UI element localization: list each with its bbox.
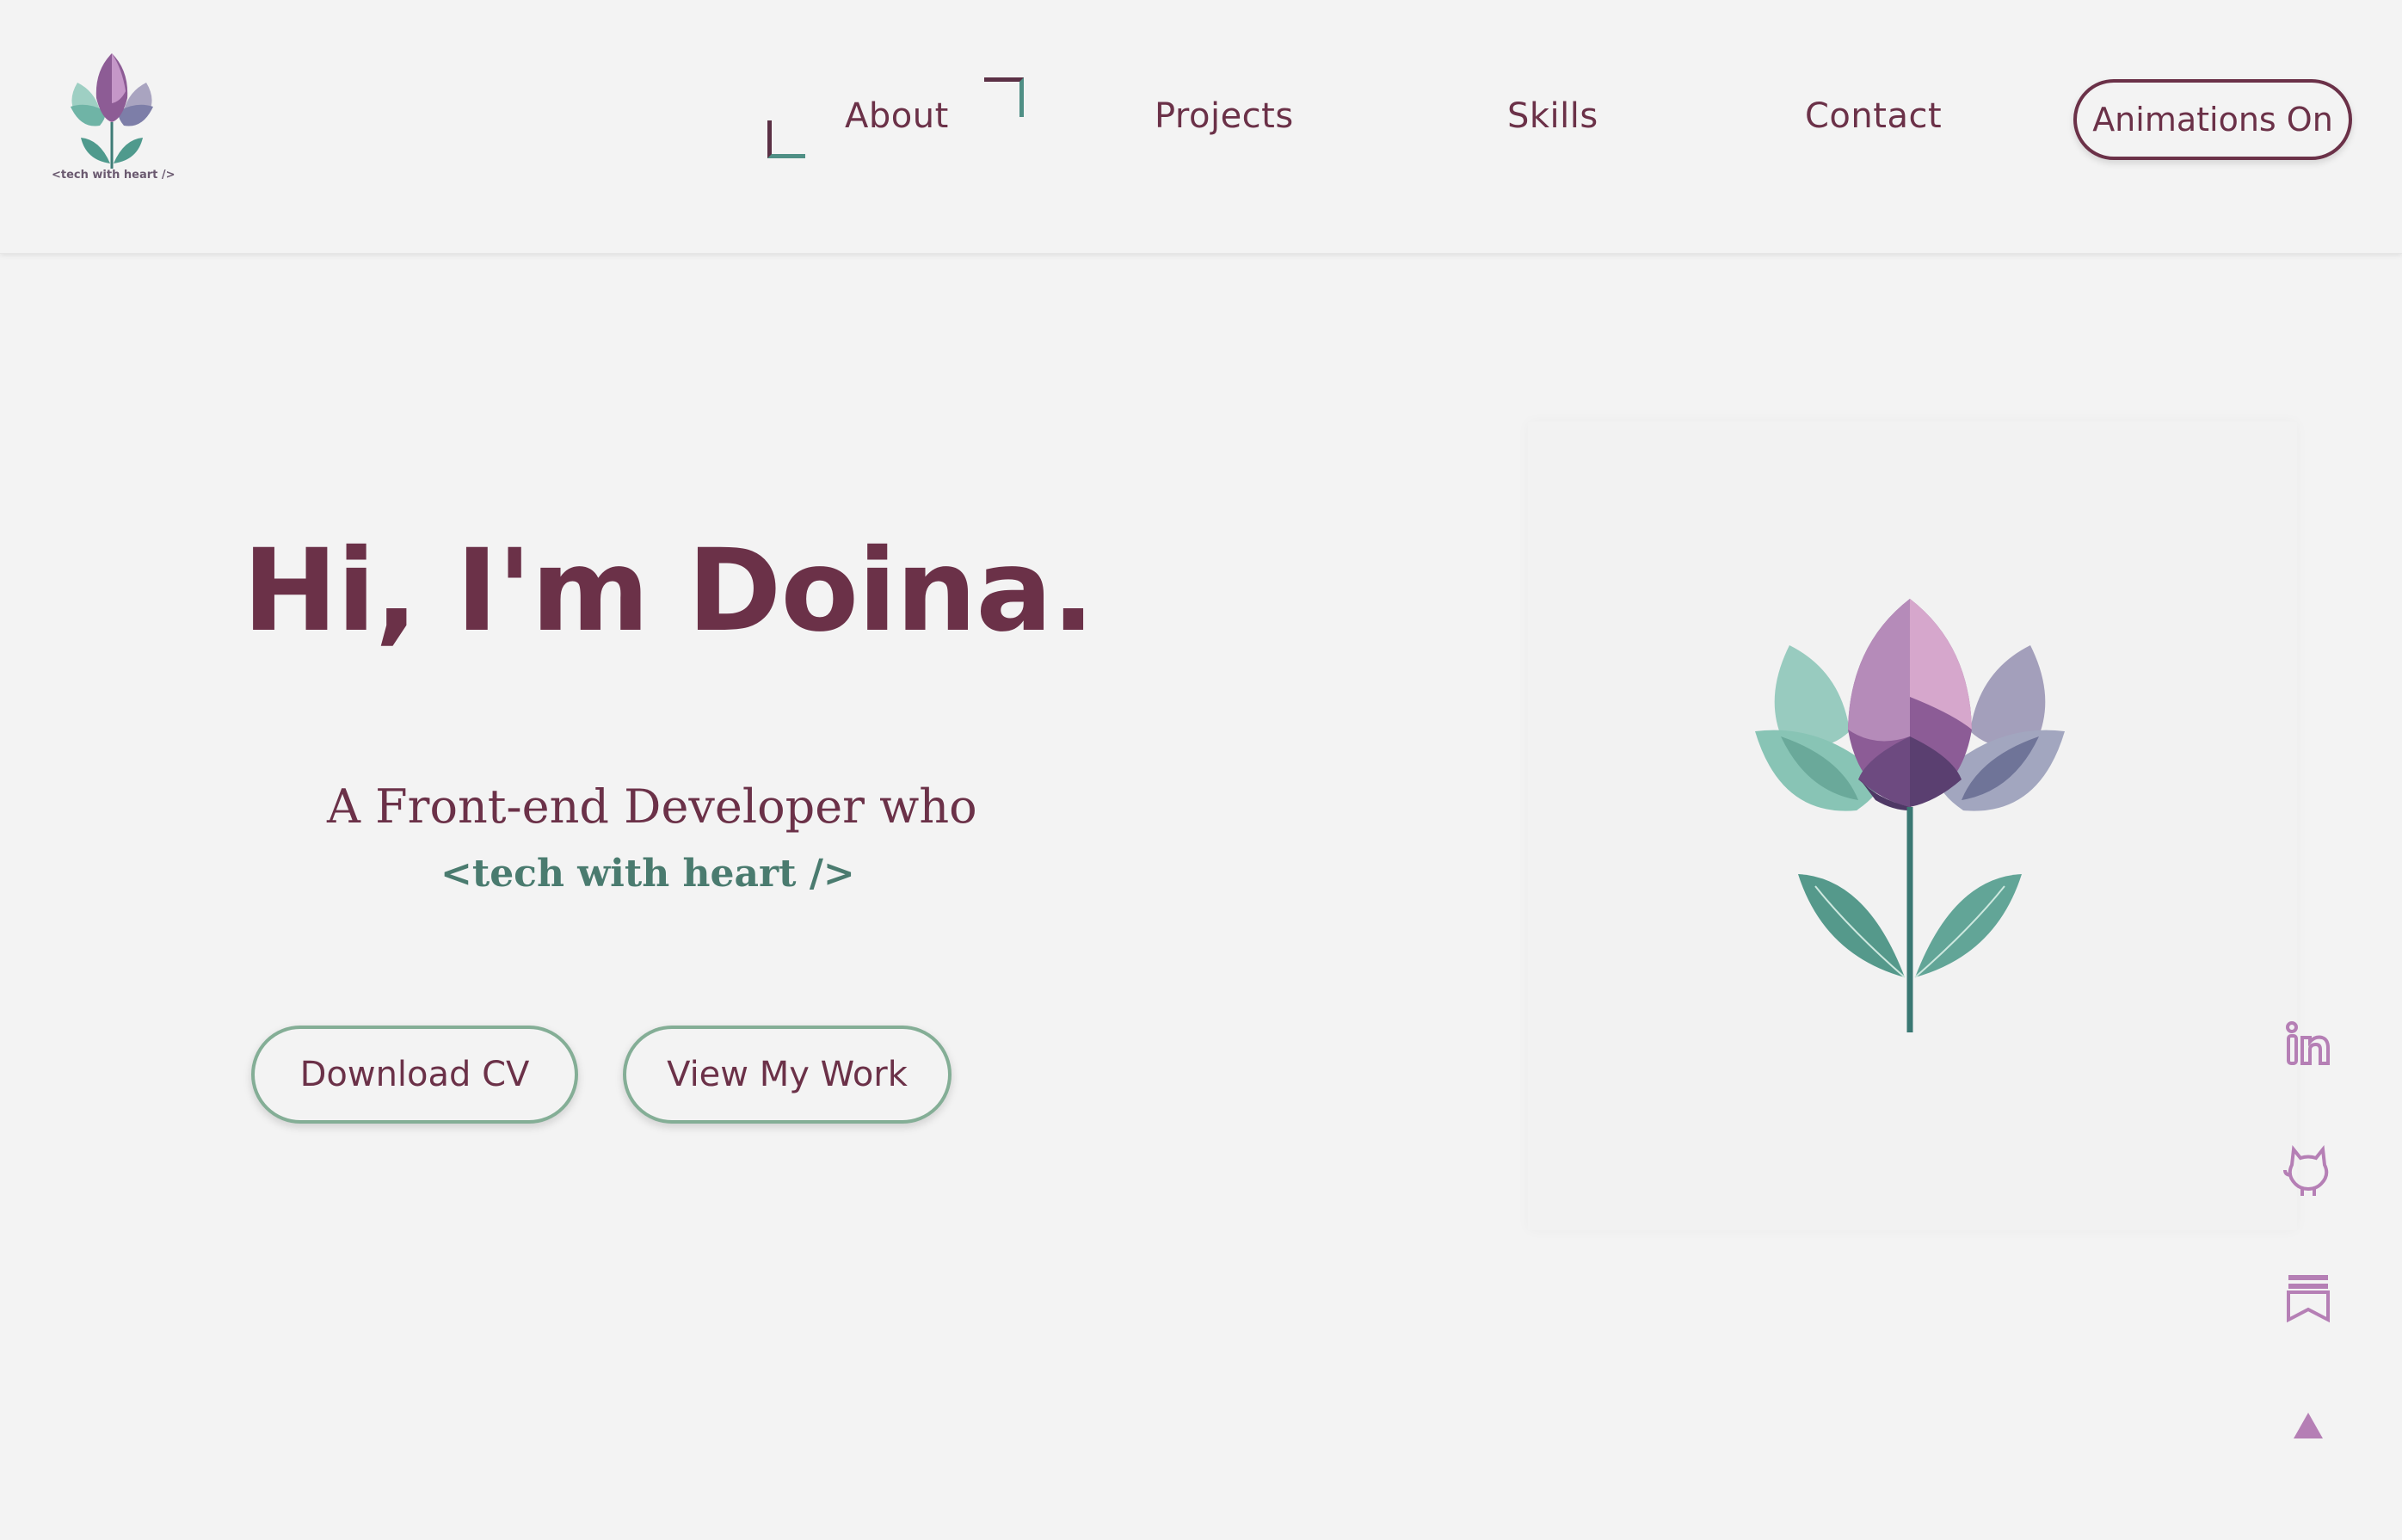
blog-icon[interactable] bbox=[2278, 1268, 2338, 1328]
nav-active-corner-top-right bbox=[984, 77, 1024, 117]
nav-about-link[interactable]: About bbox=[845, 96, 949, 136]
logo-text: <tech with heart /> bbox=[52, 169, 176, 182]
logo[interactable]: <tech with heart /> bbox=[52, 48, 176, 194]
view-my-work-button[interactable]: View My Work bbox=[623, 1026, 952, 1124]
nav-skills-link[interactable]: Skills bbox=[1507, 96, 1598, 136]
scroll-top-icon[interactable] bbox=[2278, 1399, 2338, 1459]
nav-contact-link[interactable]: Contact bbox=[1805, 96, 1942, 136]
nav-active-corner-bottom-left bbox=[767, 120, 805, 158]
hero-title: Hi, I'm Doina. bbox=[243, 525, 1095, 657]
lotus-logo-icon bbox=[71, 53, 153, 169]
github-icon[interactable] bbox=[2278, 1141, 2338, 1201]
lotus-flower-illustration bbox=[1755, 599, 2065, 1032]
animations-toggle-button[interactable]: Animations On bbox=[2073, 79, 2352, 160]
linkedin-icon[interactable] bbox=[2278, 1015, 2338, 1075]
download-cv-button[interactable]: Download CV bbox=[251, 1026, 578, 1124]
nav-projects-link[interactable]: Projects bbox=[1155, 96, 1294, 136]
hero-subtitle: A Front-end Developer who bbox=[327, 779, 977, 834]
hero-tagline: <tech with heart /> bbox=[440, 852, 855, 896]
site-header: <tech with heart /> About Projects Skill… bbox=[0, 0, 2402, 254]
